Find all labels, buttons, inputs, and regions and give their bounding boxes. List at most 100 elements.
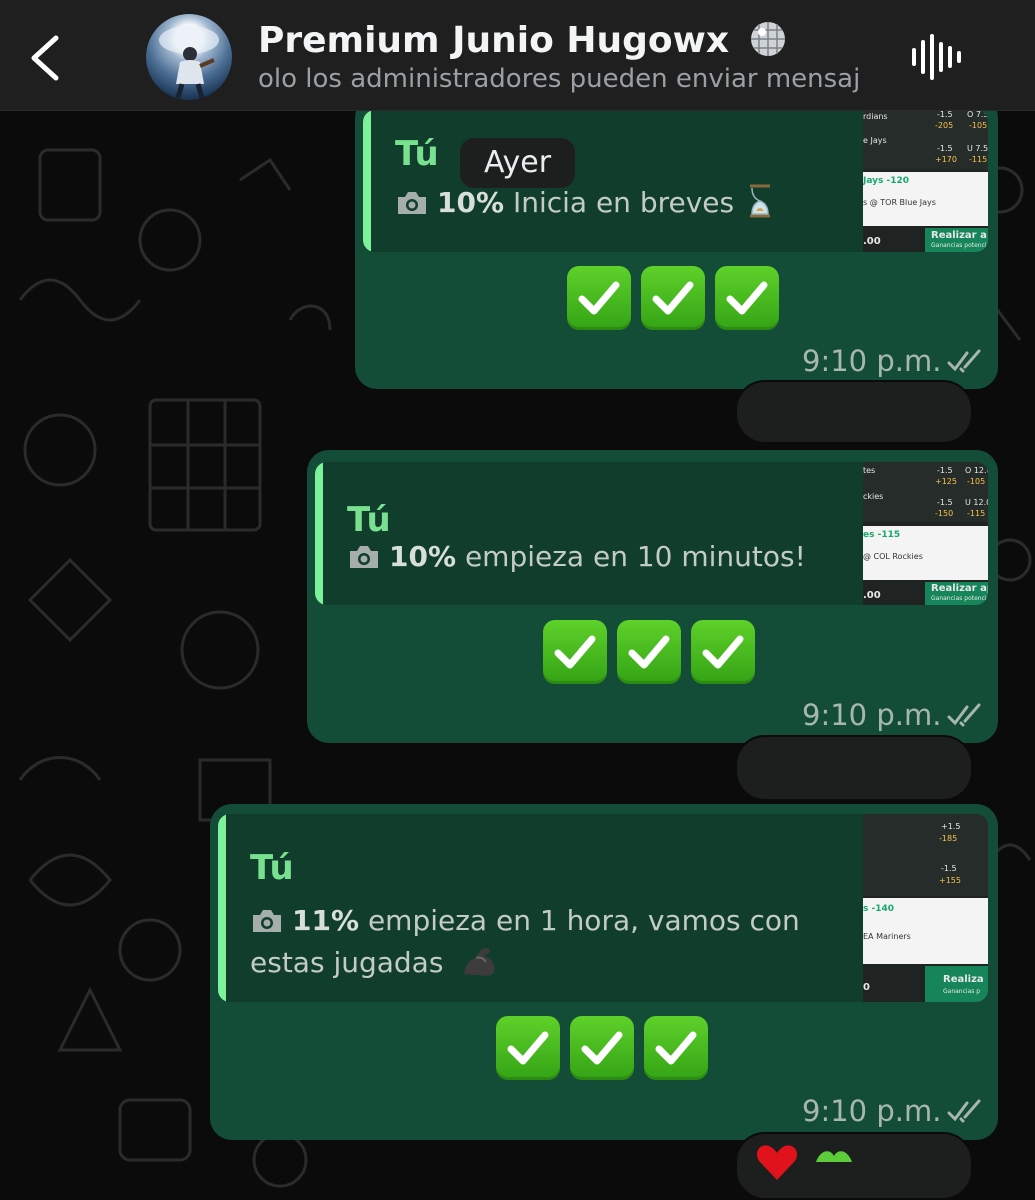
bet-slip-thumbnail[interactable]: tes -1.5 +125 O 12.0 -105 ckies -1.5 -15… [863, 462, 988, 605]
red-heart-icon [756, 1145, 798, 1180]
thumb-odd-l1: -1.5 [941, 864, 957, 873]
check-mark-button-icon [567, 266, 631, 330]
back-button[interactable] [22, 30, 72, 84]
thumb-odd-r1: O 12.0 [965, 466, 988, 475]
thumb-sub: s @ TOR Blue Jays [863, 198, 936, 207]
chat-title[interactable]: Premium Junio Hugowx [258, 18, 788, 61]
flexed-biceps-icon [464, 948, 495, 976]
thumb-team-1: rdians [863, 112, 888, 121]
audio-waveform-icon [912, 34, 961, 80]
thumb-team-1: tes [863, 466, 876, 475]
camera-icon [350, 546, 378, 568]
thumb-pick: s -140 [863, 904, 895, 914]
chat-header: Premium Junio Hugowx olo los administrad… [0, 0, 1035, 111]
thumb-pick: es -115 [863, 530, 901, 540]
chat-subtitle: olo los administradores pueden enviar me… [258, 64, 861, 94]
thumb-odd-r2: -105 [969, 121, 988, 130]
quote-author: Tú [250, 848, 294, 888]
quote-author: Tú [347, 500, 391, 540]
quote-rest-line-1: empieza en 1 hora, vamos con [367, 904, 800, 937]
thumb-odd-l1: -1.5 [937, 466, 953, 475]
thumb-cta-sub: Ganancias p [943, 988, 981, 995]
message-bubble[interactable]: Tú 10% Inicia en breves rdians -1.5 -205… [355, 96, 998, 389]
double-check-icon [947, 1099, 981, 1123]
camera-icon [398, 192, 426, 214]
double-check-icon [947, 349, 981, 373]
thumb-odd-l1: -1.5 [937, 110, 953, 119]
quoted-message[interactable]: Tú 11% empieza en 1 hora, vamos con esta… [218, 814, 988, 1002]
quote-percent: 10% [389, 540, 457, 573]
thumb-odd-r1: O 7.5 [967, 110, 988, 119]
check-mark-button-icon [691, 620, 755, 684]
emoji-row [567, 266, 779, 330]
camera-icon [253, 910, 281, 932]
quote-text: 10% Inicia en breves [395, 182, 773, 224]
quote-text: 11% empieza en 1 hora, vamos con estas j… [250, 900, 830, 984]
thumb-odd-l2: -150 [935, 509, 954, 518]
quote-author: Tú [395, 134, 439, 174]
thumb-odd-l2: -185 [939, 834, 958, 843]
reaction-pill[interactable] [735, 735, 973, 801]
quote-accent-bar [218, 814, 226, 1002]
thumb-odd-l2: -205 [935, 121, 954, 130]
disco-ball-icon [750, 22, 785, 56]
thumb-odd-l1: -1.5 [937, 498, 953, 507]
thumb-cta: Realizar ap [931, 583, 988, 594]
emoji-row [496, 1016, 708, 1080]
thumb-cta-sub: Ganancias potenci [931, 595, 987, 602]
thumb-odd-l2: +155 [939, 876, 961, 885]
thumb-amount: 0 [863, 982, 870, 993]
thumb-team-2: e Jays [863, 136, 887, 145]
thumb-sub: EA Mariners [863, 932, 911, 941]
check-mark-button-icon [543, 620, 607, 684]
quote-rest: Inicia en breves [512, 186, 735, 219]
check-mark-button-icon [570, 1016, 634, 1080]
message-bubble[interactable]: Tú 11% empieza en 1 hora, vamos con esta… [210, 804, 998, 1140]
bet-slip-thumbnail[interactable]: +1.5 -185 -1.5 +155 s -140 EA Mariners 0… [863, 814, 988, 1002]
check-mark-button-icon [644, 1016, 708, 1080]
quote-text: 10% empieza en 10 minutos! [347, 536, 806, 578]
thumb-odd-r2: -115 [969, 155, 988, 164]
quote-percent: 11% [292, 904, 360, 937]
emoji-row [543, 620, 755, 684]
quoted-message[interactable]: Tú 10% empieza en 10 minutos! tes -1.5 +… [315, 462, 988, 605]
thumb-odd-l2: +170 [935, 155, 957, 164]
quoted-message[interactable]: Tú 10% Inicia en breves rdians -1.5 -205… [363, 110, 988, 252]
thumb-amount: .00 [863, 236, 881, 247]
thumb-pick: Jays -120 [863, 176, 910, 186]
thumb-cta-sub: Ganancias potenci [931, 242, 987, 249]
message-bubble[interactable]: Tú 10% empieza en 10 minutos! tes -1.5 +… [307, 450, 998, 743]
quote-rest-line-2: estas jugadas [250, 946, 444, 979]
day-separator: Ayer [460, 138, 576, 188]
voice-chat-button[interactable] [908, 32, 964, 82]
thumb-odd-l2: +125 [935, 477, 957, 486]
baseball-player-image [159, 26, 219, 99]
thumb-odd-l1: +1.5 [941, 822, 961, 831]
message-time: 9:10 p.m. [802, 698, 983, 732]
check-mark-button-icon [715, 266, 779, 330]
thumb-cta: Realiza [943, 974, 984, 985]
thumb-odd-r1: U 7.5 [967, 144, 988, 153]
check-mark-button-icon [617, 620, 681, 684]
thumb-odd-r2: -105 [967, 477, 986, 486]
quote-percent: 10% [437, 186, 505, 219]
quote-rest: empieza en 10 minutos! [464, 540, 806, 573]
quote-accent-bar [315, 462, 323, 605]
thumb-sub: @ COL Rockies [863, 552, 923, 561]
check-mark-button-icon [641, 266, 705, 330]
message-time: 9:10 p.m. [802, 1094, 983, 1128]
group-avatar[interactable] [146, 14, 232, 100]
thumb-odd-l1: -1.5 [937, 144, 953, 153]
green-heart-icon [816, 1151, 852, 1162]
thumb-cta: Realizar a [931, 230, 987, 241]
reaction-pill[interactable] [735, 380, 973, 444]
thumb-odd-r2: -115 [967, 509, 986, 518]
quote-accent-bar [363, 110, 371, 252]
thumb-amount: .00 [863, 590, 881, 601]
hourglass-icon [750, 184, 771, 218]
thumb-odd-r1: U 12.0 [965, 498, 988, 507]
bet-slip-thumbnail[interactable]: rdians -1.5 -205 O 7.5 -105 e Jays -1.5 … [863, 110, 988, 252]
thumb-team-2: ckies [863, 492, 884, 501]
message-time: 9:10 p.m. [802, 344, 983, 378]
check-mark-button-icon [496, 1016, 560, 1080]
